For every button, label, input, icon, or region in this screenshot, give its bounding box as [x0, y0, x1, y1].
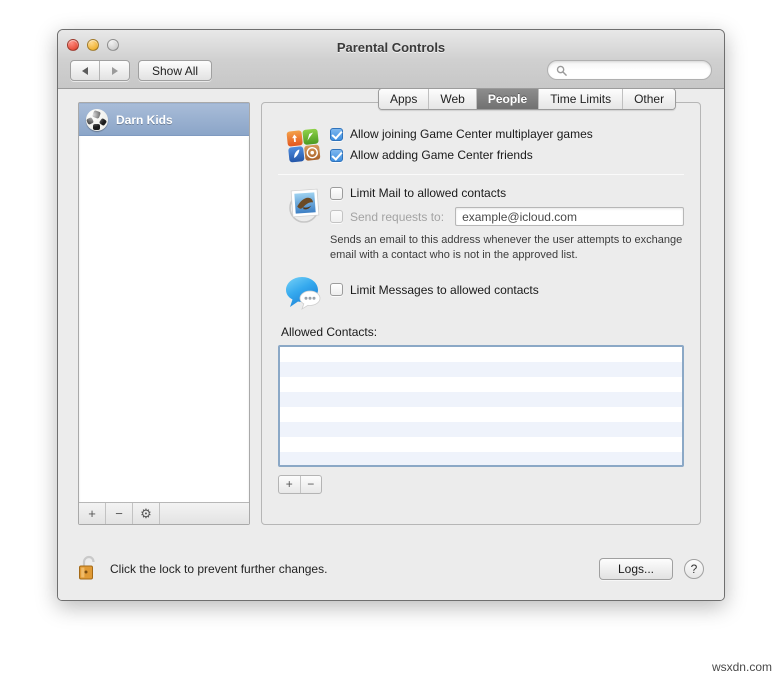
sidebar-item-darn-kids[interactable]: Darn Kids: [79, 103, 249, 136]
show-all-button[interactable]: Show All: [138, 60, 213, 81]
send-requests-email-input[interactable]: example@icloud.com: [455, 207, 684, 226]
people-settings-panel: Allow joining Game Center multiplayer ga…: [261, 102, 701, 525]
mail-group: Limit Mail to allowed contacts Send requ…: [278, 184, 684, 263]
limit-messages-row[interactable]: Limit Messages to allowed contacts: [330, 283, 684, 297]
tab-time-limits[interactable]: Time Limits: [539, 89, 624, 109]
contacts-row: [280, 391, 682, 407]
remove-user-button[interactable]: −: [106, 503, 133, 524]
contacts-row: [280, 421, 682, 437]
mail-options: Limit Mail to allowed contacts Send requ…: [330, 184, 684, 263]
allow-multiplayer-row[interactable]: Allow joining Game Center multiplayer ga…: [330, 127, 684, 141]
window-titlebar: Parental Controls Show All: [58, 30, 724, 89]
allow-friends-row[interactable]: Allow adding Game Center friends: [330, 148, 684, 162]
tab-apps-label: Apps: [390, 92, 418, 106]
section-divider: [278, 174, 684, 175]
tab-other[interactable]: Other: [623, 89, 676, 109]
page-title: Parental Controls: [336, 40, 446, 55]
add-contact-label: +: [285, 477, 293, 492]
messages-options: Limit Messages to allowed contacts: [330, 273, 684, 311]
show-all-label: Show All: [152, 63, 199, 78]
help-button[interactable]: ?: [684, 559, 704, 579]
remove-user-label: −: [115, 506, 123, 521]
tab-apps[interactable]: Apps: [379, 89, 430, 109]
limit-mail-row[interactable]: Limit Mail to allowed contacts: [330, 186, 684, 200]
tab-web[interactable]: Web: [429, 89, 477, 109]
sidebar-footer-toolbar: + − ⚙: [79, 502, 249, 524]
allowed-contacts-toolbar: + −: [278, 474, 322, 494]
search-field[interactable]: [547, 60, 712, 80]
settings-tab-bar: Apps Web People Time Limits Other: [378, 88, 677, 110]
limit-mail-label: Limit Mail to allowed contacts: [350, 186, 507, 200]
messages-icon: [278, 273, 330, 311]
allowed-contacts-label: Allowed Contacts:: [281, 324, 378, 339]
messages-group: Limit Messages to allowed contacts: [278, 273, 684, 311]
help-label: ?: [690, 562, 698, 576]
allow-multiplayer-checkbox[interactable]: [330, 127, 343, 141]
contacts-row: [280, 407, 682, 422]
remove-contact-label: −: [307, 477, 315, 492]
back-forward-segmented-control[interactable]: [70, 60, 130, 81]
sidebar-item-label: Darn Kids: [116, 112, 173, 127]
logs-label: Logs...: [617, 562, 654, 576]
tab-other-label: Other: [634, 92, 665, 106]
tab-web-label: Web: [440, 92, 465, 106]
user-sidebar: Darn Kids + − ⚙: [78, 102, 250, 525]
limit-mail-checkbox[interactable]: [330, 186, 343, 200]
remove-contact-button[interactable]: −: [301, 476, 322, 493]
send-requests-row[interactable]: Send requests to: example@icloud.com: [330, 207, 684, 226]
tab-people[interactable]: People: [476, 89, 540, 109]
game-center-group: Allow joining Game Center multiplayer ga…: [278, 125, 684, 165]
soccer-ball-avatar: [86, 108, 108, 131]
limit-messages-checkbox[interactable]: [330, 283, 343, 297]
tab-people-label: People: [487, 92, 528, 106]
tab-time-limits-label: Time Limits: [550, 92, 612, 106]
navigation-toolbar: Show All: [70, 60, 213, 81]
logs-button[interactable]: Logs...: [598, 558, 673, 580]
contacts-row: [280, 377, 682, 392]
watermark: wsxdn.com: [711, 660, 772, 674]
people-settings-content: Allow joining Game Center multiplayer ga…: [262, 103, 700, 524]
contacts-row: [280, 451, 682, 465]
chevron-left-icon: [82, 66, 88, 75]
mail-icon: [278, 184, 330, 263]
lock-status-text: Click the lock to prevent further change…: [110, 562, 328, 576]
search-input[interactable]: [571, 64, 703, 76]
send-requests-checkbox[interactable]: [330, 210, 343, 223]
chevron-right-icon: [111, 66, 118, 75]
allow-friends-label: Allow adding Game Center friends: [350, 148, 533, 162]
user-list: Darn Kids: [79, 103, 249, 502]
settings-gear-button[interactable]: ⚙: [133, 503, 160, 524]
sidebar-footer-spacer: [160, 503, 249, 524]
add-user-button[interactable]: +: [79, 503, 106, 524]
search-icon: [556, 65, 567, 76]
window-body: Darn Kids + − ⚙ Allow joining Game Cente…: [58, 88, 724, 600]
allowed-contacts-list[interactable]: [278, 344, 684, 467]
contacts-row: [280, 361, 682, 377]
allow-friends-checkbox[interactable]: [330, 148, 343, 162]
mail-help-text: Sends an email to this address whenever …: [330, 234, 683, 261]
game-center-options: Allow joining Game Center multiplayer ga…: [330, 125, 684, 165]
back-button[interactable]: [71, 61, 100, 80]
gear-icon: ⚙: [140, 505, 152, 521]
add-contact-button[interactable]: +: [279, 475, 301, 493]
parental-controls-window: Parental Controls Show All Darn Kids + −…: [57, 29, 725, 601]
send-requests-email-value: example@icloud.com: [462, 209, 577, 224]
limit-messages-label: Limit Messages to allowed contacts: [350, 282, 539, 297]
window-footer: Click the lock to prevent further change…: [58, 537, 724, 600]
send-requests-label: Send requests to:: [350, 209, 445, 224]
game-center-icon: [278, 125, 330, 165]
unlocked-padlock-icon[interactable]: [78, 555, 100, 584]
contacts-row: [280, 347, 682, 362]
add-user-label: +: [88, 506, 96, 521]
allow-multiplayer-label: Allow joining Game Center multiplayer ga…: [350, 127, 593, 141]
forward-button[interactable]: [100, 61, 129, 80]
contacts-row: [280, 437, 682, 452]
